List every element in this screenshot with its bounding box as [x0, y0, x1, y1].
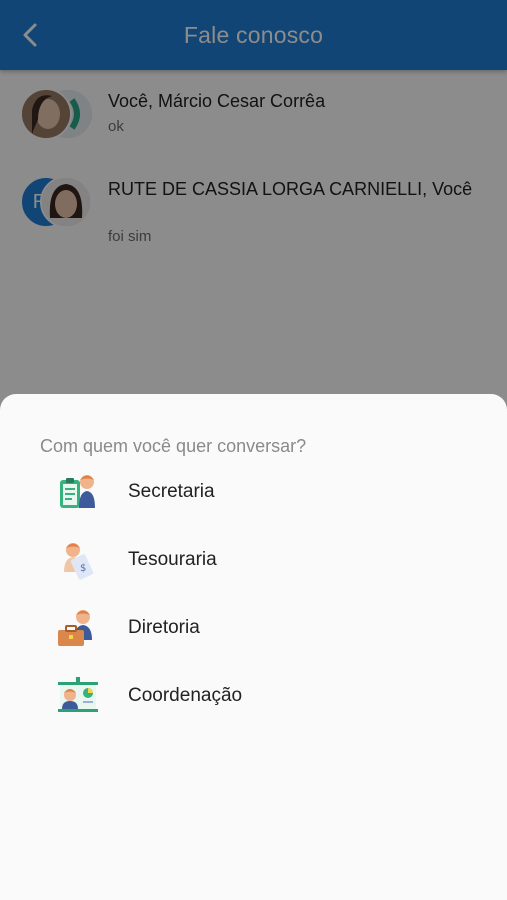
- option-label: Tesouraria: [128, 549, 217, 570]
- option-label: Secretaria: [128, 481, 215, 502]
- presentation-person-icon: [58, 677, 98, 712]
- bottom-sheet: Com quem você quer conversar? Secretaria…: [0, 394, 507, 900]
- sheet-title: Com quem você quer conversar?: [40, 436, 307, 456]
- option-label: Diretoria: [128, 617, 200, 638]
- option-secretaria[interactable]: Secretaria: [40, 464, 480, 520]
- svg-text:$: $: [80, 563, 86, 574]
- option-label: Coordenação: [128, 685, 243, 706]
- option-coordenacao[interactable]: Coordenação: [40, 668, 480, 724]
- option-diretoria[interactable]: Diretoria: [40, 600, 480, 656]
- briefcase-person-icon: [58, 610, 92, 646]
- option-tesouraria[interactable]: $ Tesouraria: [40, 532, 480, 588]
- clipboard-person-icon: [60, 475, 95, 508]
- money-person-icon: $: [64, 543, 94, 580]
